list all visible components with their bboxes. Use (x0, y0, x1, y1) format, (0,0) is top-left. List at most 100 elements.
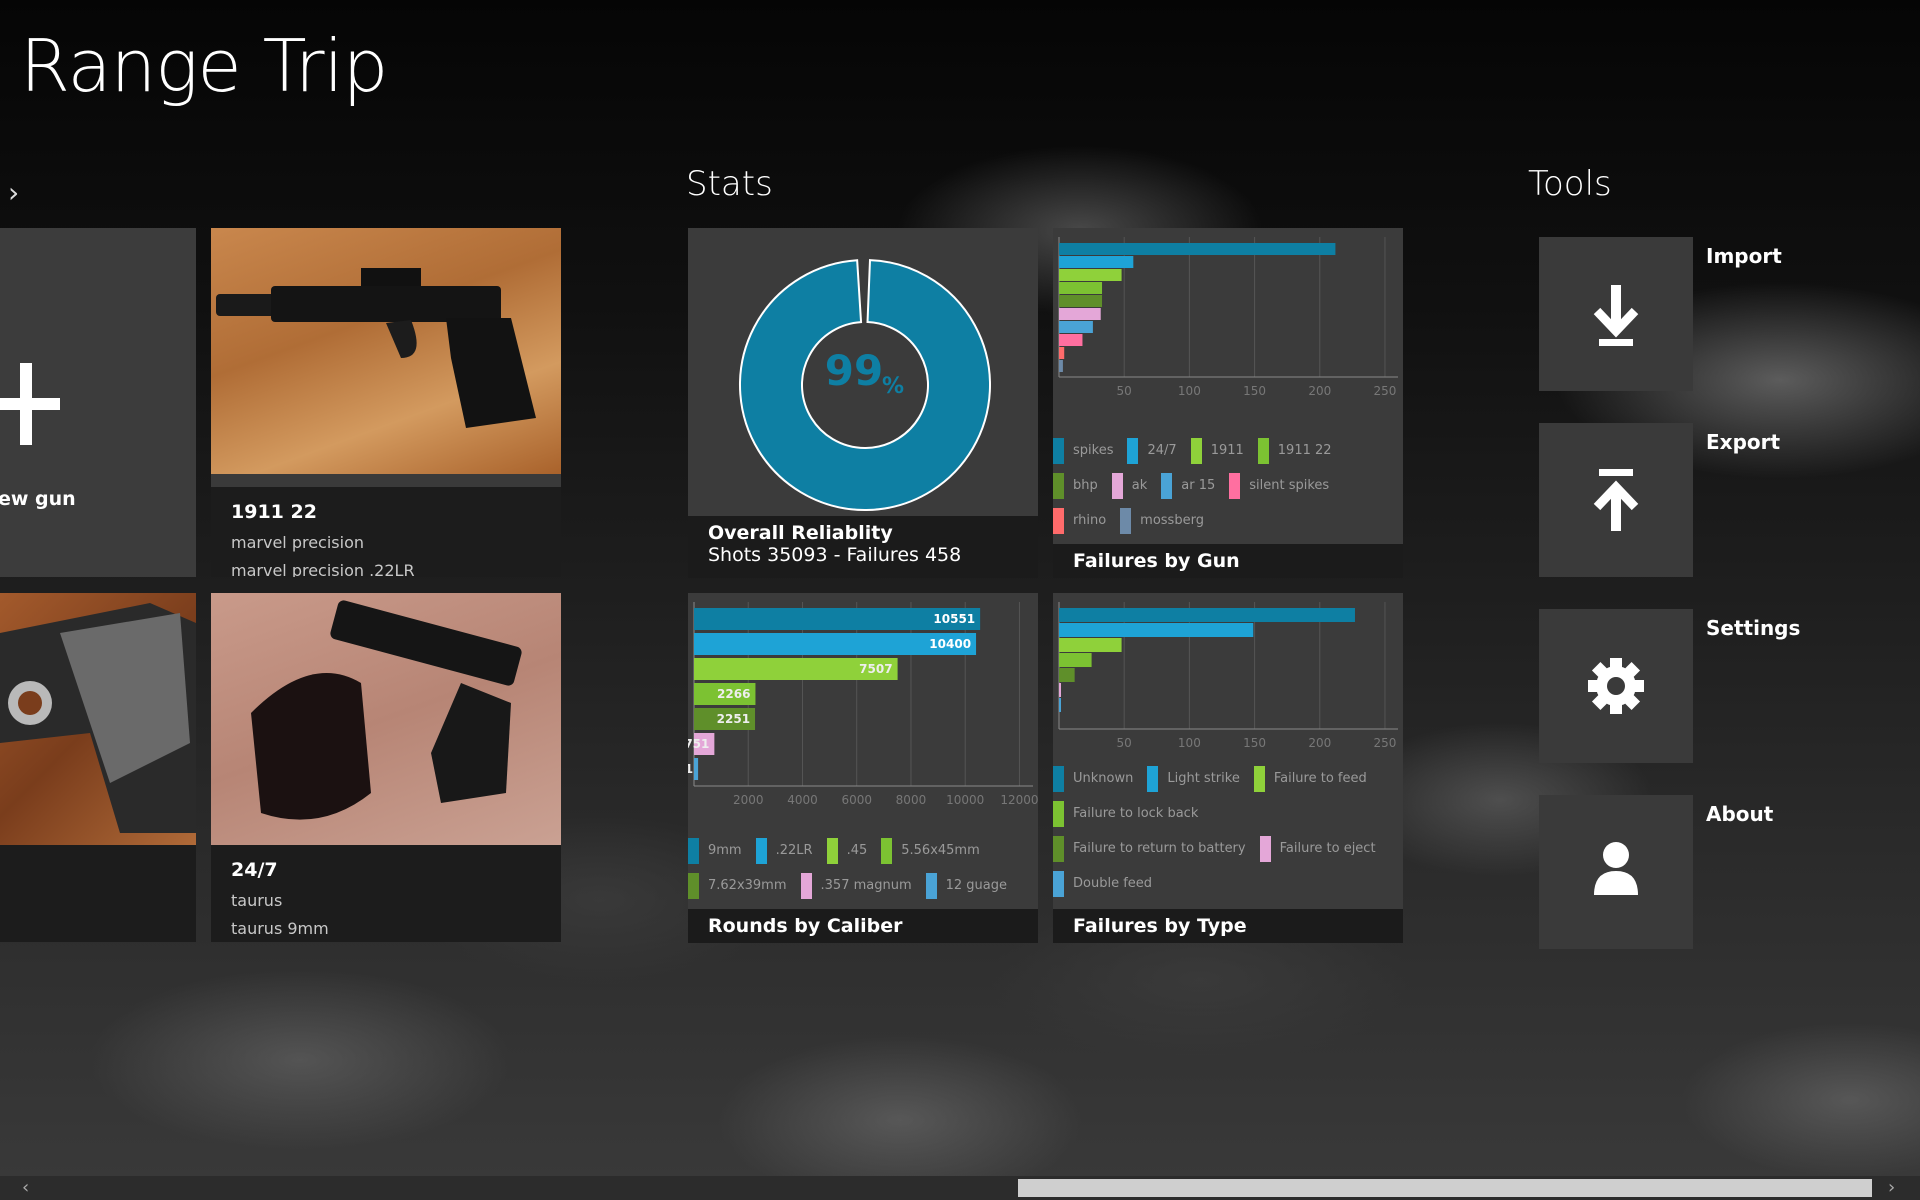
gun-name: 1911 22 (231, 501, 317, 523)
settings-button[interactable] (1539, 609, 1693, 763)
gun-tile-partial[interactable] (0, 593, 196, 942)
about-label[interactable]: About (1706, 802, 1773, 826)
rounds-by-caliber-chart: 2000 4000 6000 8000 10000 12000 10551 10400 7507… (668, 602, 1039, 807)
download-icon (1593, 285, 1639, 346)
legend-item: .357 magnum (800, 868, 912, 903)
rounds-by-caliber-tile[interactable]: 2000 4000 6000 8000 10000 12000 10551 10400 7507… (668, 593, 1039, 943)
legend-swatch (1161, 472, 1173, 499)
bar (1059, 295, 1103, 307)
pistol-illustration (0, 603, 196, 833)
legend-swatch (1111, 472, 1123, 499)
legend-item: Failure to eject (1259, 831, 1376, 866)
legend-swatch (1257, 437, 1269, 464)
gun-photo (211, 228, 561, 474)
nav-chevron-icon[interactable]: › (8, 176, 19, 209)
legend-swatch (1053, 870, 1064, 897)
legend-item: 12 guage (925, 868, 1007, 903)
settings-label[interactable]: Settings (1706, 616, 1800, 640)
legend-item: mossberg (1120, 503, 1204, 538)
legend-swatch (1259, 835, 1271, 862)
pistol-illustration (216, 268, 536, 428)
legend-item: 5.56x45mm (881, 833, 980, 868)
legend-label: bhp (1073, 478, 1098, 493)
scroll-left-icon[interactable]: ‹ (22, 1176, 29, 1200)
x-tick-label: 200 (1308, 736, 1331, 750)
legend-label: Double feed (1073, 876, 1153, 891)
bar (1059, 282, 1103, 294)
import-button[interactable] (1539, 237, 1693, 391)
legend-swatch (1053, 437, 1064, 464)
export-label[interactable]: Export (1706, 430, 1780, 454)
bar (1059, 698, 1061, 712)
legend-item: Failure to feed (1253, 761, 1367, 796)
app-title: Range Trip (20, 24, 388, 108)
bar (1059, 360, 1063, 372)
scroll-thumb[interactable] (1018, 1179, 1872, 1197)
failures-by-gun-chart: 50 100 150 200 250 (1058, 237, 1398, 398)
add-gun-tile[interactable]: ew gun (0, 228, 196, 577)
scroll-right-icon[interactable]: › (1888, 1176, 1895, 1200)
failures-by-type-chart: 50 100 150 200 250 (1058, 602, 1398, 750)
caption-bar (0, 845, 196, 942)
legend-swatch (1229, 472, 1241, 499)
bar-value-label: 10400 (929, 637, 971, 651)
bar (1059, 269, 1122, 281)
bar (1059, 243, 1336, 255)
failures-by-gun-tile[interactable]: 50 100 150 200 250 spikes 24/7 1911 1911 22 bhp a… (1053, 228, 1403, 578)
gun-tile-24-7[interactable]: 24/7 taurus taurus 9mm (211, 593, 561, 942)
legend-item: silent spikes (1229, 468, 1329, 503)
legend-label: 1911 (1210, 443, 1244, 458)
about-button[interactable] (1539, 795, 1693, 949)
pistol-illustration (251, 600, 522, 820)
gear-icon (1588, 658, 1644, 714)
legend-item: Double feed (1053, 866, 1152, 901)
legend-label: 5.56x45mm (901, 843, 980, 858)
import-label[interactable]: Import (1706, 244, 1782, 268)
bar (1059, 683, 1061, 697)
x-tick-label: 150 (1243, 384, 1266, 398)
legend-swatch (800, 872, 812, 899)
x-tick-label: 8000 (896, 793, 927, 807)
legend-label: ak (1131, 478, 1148, 493)
legend-item: Light strike (1147, 761, 1240, 796)
bar (1059, 308, 1101, 320)
legend-label: 9mm (708, 843, 742, 858)
reliability-tile[interactable]: 99 % Overall Reliablity Shots 35093 - Fa… (688, 228, 1038, 578)
legend-item: ak (1111, 468, 1148, 503)
legend-swatch (755, 837, 767, 864)
legend-label: .22LR (775, 843, 813, 858)
legend-item: .45 (826, 833, 868, 868)
bar (1059, 668, 1075, 682)
export-button[interactable] (1539, 423, 1693, 577)
legend-swatch (1127, 437, 1139, 464)
x-tick-label: 250 (1374, 736, 1397, 750)
gun-tile-1911-22[interactable]: 1911 22 marvel precision marvel precisio… (211, 228, 561, 577)
rounds-by-caliber-title: Rounds by Caliber (708, 915, 903, 937)
legend-item: 7.62x39mm (688, 868, 787, 903)
rounds-by-caliber-legend: 9mm .22LR .45 5.56x45mm 7.62x39mm .357 magnum… (688, 833, 1038, 903)
legend-label: 1911 22 (1277, 443, 1332, 458)
x-tick-label: 200 (1308, 384, 1331, 398)
gun-name: 24/7 (231, 859, 278, 881)
bar (1059, 321, 1093, 333)
horizontal-scrollbar[interactable]: ‹ › (0, 1176, 1920, 1200)
legend-label: Light strike (1167, 771, 1240, 786)
legend-item: Failure to lock back (1053, 796, 1198, 831)
failures-by-type-legend: Unknown Light strike Failure to feed Failur… (1053, 761, 1403, 901)
bar-value-label: 10551 (933, 612, 975, 626)
legend-label: Failure to feed (1273, 771, 1367, 786)
bar (1059, 256, 1134, 268)
failures-by-type-tile[interactable]: 50 100 150 200 250 Unknown Light strike Failur… (1053, 593, 1403, 943)
reliability-title: Overall Reliablity (708, 522, 893, 544)
legend-swatch (1120, 507, 1132, 534)
x-tick-label: 2000 (733, 793, 764, 807)
legend-label: Unknown (1073, 771, 1134, 786)
legend-swatch (688, 872, 699, 899)
bar (1059, 608, 1355, 622)
legend-swatch (925, 872, 937, 899)
legend-label: silent spikes (1249, 478, 1330, 493)
legend-swatch (881, 837, 893, 864)
legend-label: .45 (846, 843, 868, 858)
legend-item: 9mm (688, 833, 742, 868)
gun-photo (211, 593, 561, 845)
